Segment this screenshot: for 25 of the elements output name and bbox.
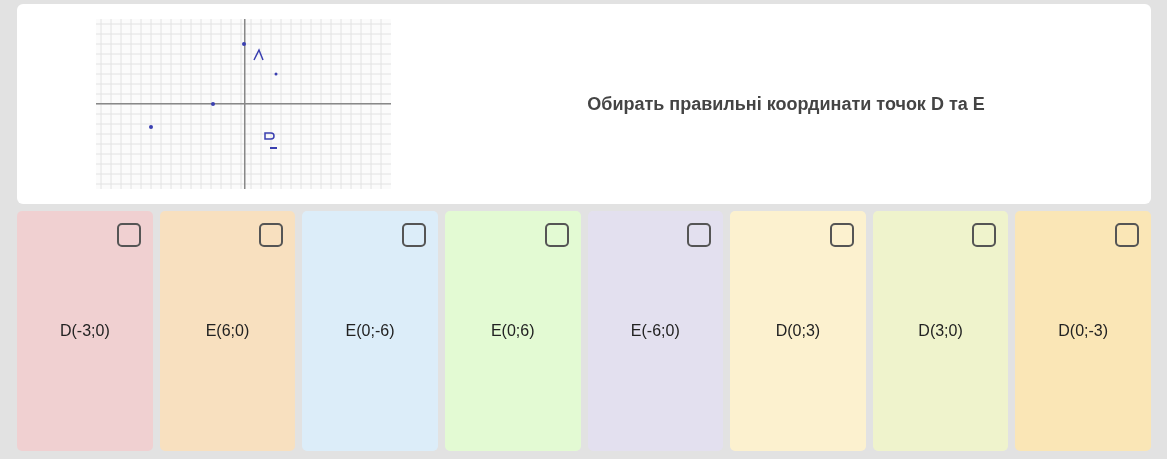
checkbox[interactable] (687, 223, 712, 247)
checkbox[interactable] (401, 223, 426, 247)
checkbox[interactable] (1115, 223, 1139, 247)
answer-label: E(0;6) (490, 322, 535, 340)
question-text: Обирать правильні координати точок D та E (586, 93, 986, 115)
answer-card[interactable]: D(0;3) (730, 211, 866, 451)
checkbox[interactable] (259, 223, 284, 247)
answer-card[interactable]: D(3;0) (872, 211, 1009, 451)
checkbox[interactable] (544, 223, 569, 247)
checkbox[interactable] (972, 223, 997, 247)
answer-label: D(0;-3) (1058, 322, 1109, 340)
answer-card[interactable]: E(0;-6) (302, 211, 438, 451)
answer-card[interactable]: D(0;-3) (1015, 211, 1151, 451)
answer-label: D(0;3) (775, 322, 821, 340)
answer-label: E(6;0) (205, 322, 250, 340)
answer-card[interactable]: E(6;0) (159, 211, 296, 451)
checkbox[interactable] (116, 223, 141, 247)
answer-card[interactable]: D(-3;0) (17, 211, 153, 451)
answer-card[interactable]: E(0;6) (444, 211, 581, 451)
checkbox[interactable] (829, 223, 854, 247)
answer-label: D(-3;0) (59, 322, 110, 340)
answer-label: E(-6;0) (630, 322, 680, 340)
answer-card[interactable]: E(-6;0) (587, 211, 724, 451)
answer-label: D(3;0) (918, 322, 963, 340)
answer-label: E(0;-6) (345, 322, 395, 340)
